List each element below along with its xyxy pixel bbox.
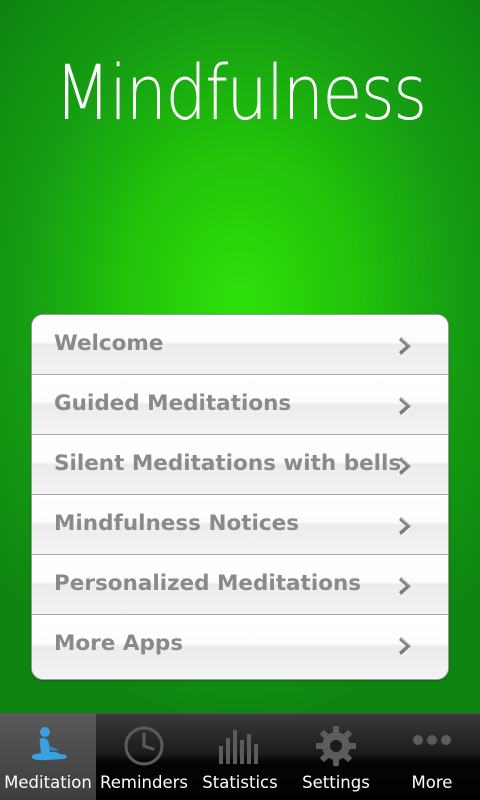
chevron-right-icon: [399, 577, 411, 595]
chevron-right-icon: [399, 457, 411, 475]
main-menu: Welcome Guided Meditations Silent Medita…: [31, 314, 449, 680]
tab-more[interactable]: More: [384, 714, 480, 800]
menu-item-label: More Apps: [54, 631, 184, 656]
menu-item-label: Mindfulness Notices: [54, 511, 299, 536]
tab-label: Meditation: [4, 773, 92, 792]
chevron-right-icon: [399, 517, 411, 535]
tab-meditation[interactable]: Meditation: [0, 714, 96, 800]
chevron-right-icon: [399, 337, 411, 355]
menu-item-personalized-meditations[interactable]: Personalized Meditations: [32, 555, 448, 615]
menu-item-mindfulness-notices[interactable]: Mindfulness Notices: [32, 495, 448, 555]
menu-item-more-apps[interactable]: More Apps: [32, 615, 448, 678]
tab-label: Statistics: [202, 773, 278, 792]
screen: Mindfulness Welcome Guided Meditations S…: [0, 0, 480, 800]
chevron-right-icon: [399, 397, 411, 415]
gear-icon: [316, 726, 356, 766]
bottom-tab-bar: Meditation Reminders Statistics Settings…: [0, 713, 480, 800]
menu-item-welcome[interactable]: Welcome: [32, 315, 448, 375]
tab-label: More: [411, 773, 453, 792]
menu-item-label: Silent Meditations with bells: [54, 451, 402, 476]
menu-item-guided-meditations[interactable]: Guided Meditations: [32, 375, 448, 435]
meditation-icon: [31, 727, 67, 761]
tab-settings[interactable]: Settings: [288, 714, 384, 800]
tab-statistics[interactable]: Statistics: [192, 714, 288, 800]
tab-label: Reminders: [100, 773, 188, 792]
menu-item-label: Guided Meditations: [54, 391, 292, 416]
tab-label: Settings: [302, 773, 370, 792]
ellipsis-icon: [413, 735, 451, 745]
clock-icon: [124, 726, 164, 766]
menu-item-label: Personalized Meditations: [54, 571, 362, 596]
chevron-right-icon: [399, 637, 411, 655]
menu-item-label: Welcome: [54, 331, 164, 356]
app-title: Mindfulness: [54, 48, 428, 137]
bar-chart-icon: [219, 730, 258, 764]
menu-item-silent-meditations[interactable]: Silent Meditations with bells: [32, 435, 448, 495]
tab-reminders[interactable]: Reminders: [96, 714, 192, 800]
